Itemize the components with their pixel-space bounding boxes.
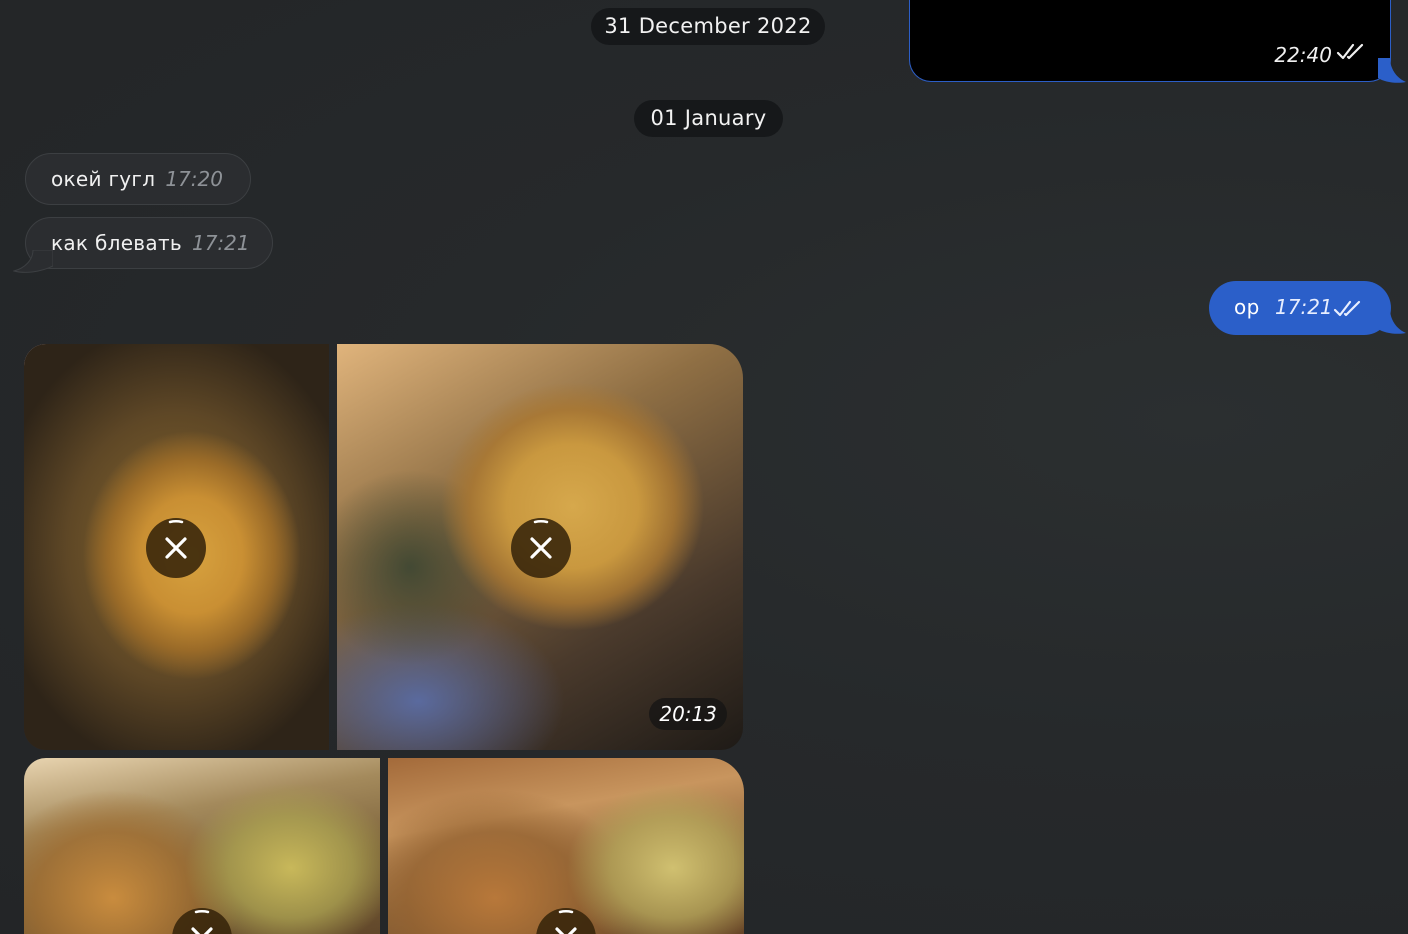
bubble-tail-icon	[13, 250, 53, 273]
photo-timestamp: 20:13	[649, 698, 727, 730]
close-icon	[555, 910, 577, 934]
photo-thumbnail[interactable]	[24, 758, 380, 934]
outgoing-media-message[interactable]: 22:40	[909, 0, 1391, 82]
bubble-tail-icon	[1378, 58, 1406, 83]
close-icon	[530, 520, 552, 559]
message-text: как блевать	[51, 231, 182, 255]
photo-thumbnail[interactable]	[24, 344, 329, 750]
message-time: 17:21	[1275, 295, 1333, 319]
cancel-download-button[interactable]	[511, 518, 571, 578]
date-separator: 01 January	[634, 100, 783, 137]
incoming-message[interactable]: окей гугл 17:20	[25, 153, 251, 205]
photo-thumbnail[interactable]	[388, 758, 744, 934]
message-text: ор	[1234, 295, 1260, 319]
double-check-icon	[1333, 300, 1361, 317]
incoming-message[interactable]: как блевать 17:21	[25, 217, 273, 269]
cancel-download-button[interactable]	[536, 908, 596, 934]
cancel-download-button[interactable]	[172, 908, 232, 934]
message-time: 22:40	[1274, 43, 1332, 67]
chat-view: 22:40 31 December 2022 01 January окей г…	[0, 0, 1408, 934]
date-separator: 31 December 2022	[591, 8, 825, 45]
outgoing-message[interactable]: ор 17:21	[1209, 281, 1391, 335]
double-check-icon	[1336, 43, 1364, 60]
message-time: 17:21	[191, 231, 250, 255]
bubble-tail-icon	[1378, 309, 1406, 334]
close-icon	[165, 520, 187, 559]
message-time: 17:20	[165, 167, 223, 191]
cancel-download-button[interactable]	[146, 518, 206, 578]
photo-thumbnail[interactable]: 20:13	[337, 344, 743, 750]
message-text: окей гугл	[51, 167, 156, 191]
close-icon	[191, 910, 213, 934]
